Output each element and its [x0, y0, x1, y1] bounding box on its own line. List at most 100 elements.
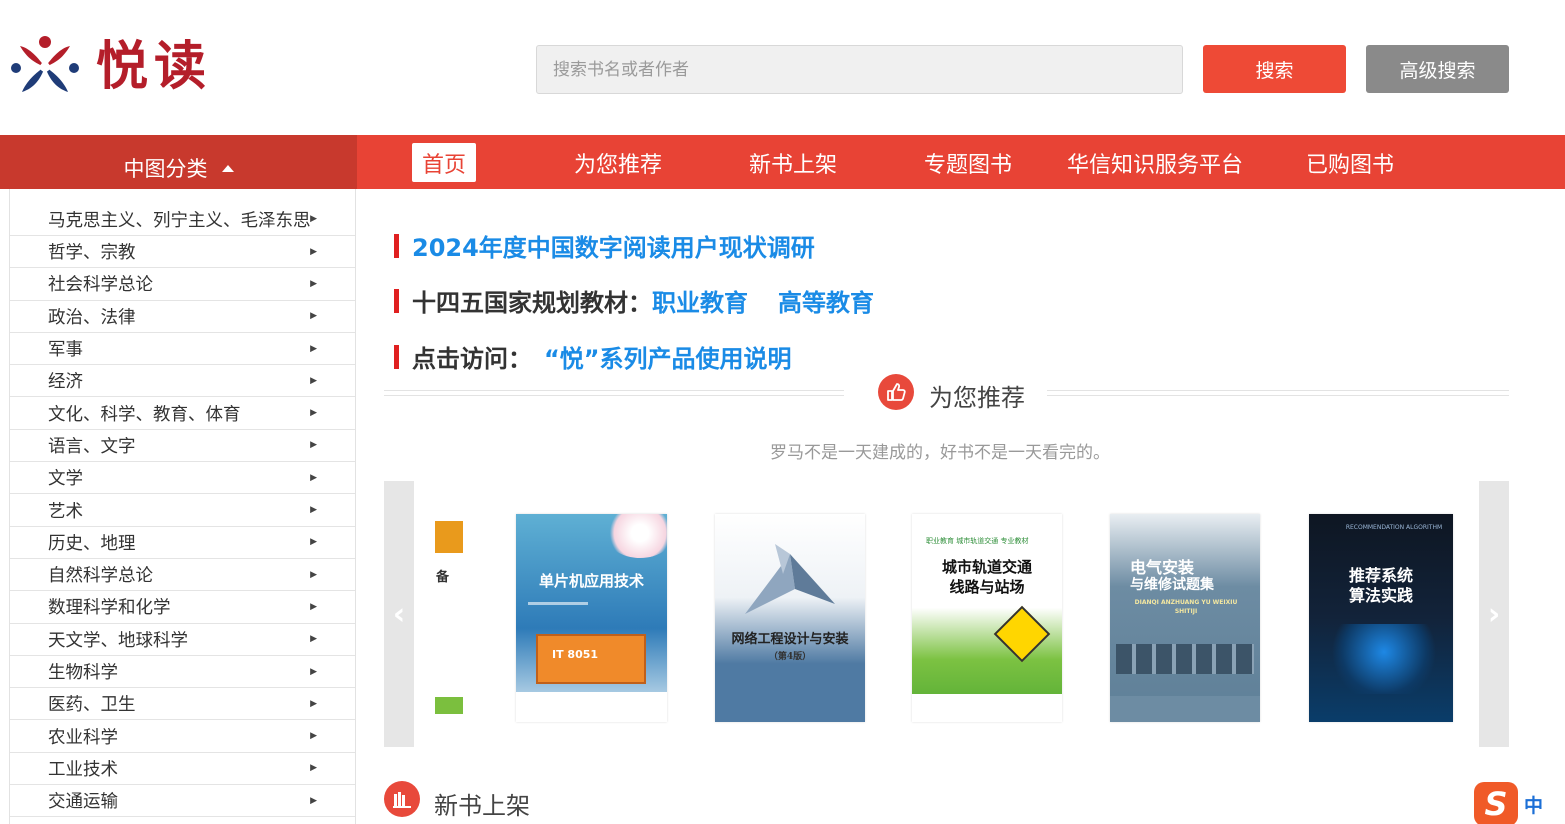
visit-label: 点击访问： [412, 345, 532, 373]
sidebar-item-politics-law[interactable]: 政治、法律 ▶ [10, 301, 355, 333]
carousel-prev-button[interactable]: ‹ [384, 481, 414, 747]
caret-right-icon: ▶ [310, 505, 317, 516]
sidebar-item-label: 医药、卫生 [48, 695, 136, 716]
nav-home[interactable]: 首页 [412, 143, 477, 182]
category-toggle[interactable]: 中图分类 [0, 135, 357, 189]
bookshelf-icon [384, 781, 420, 817]
book-title: 网络工程设计与安装 [731, 632, 849, 647]
caret-right-icon: ▶ [310, 343, 317, 354]
sidebar-item-label: 经济 [48, 372, 83, 393]
caret-right-icon: ▶ [310, 731, 317, 742]
sidebar-item-math-chemistry[interactable]: 数理科学和化学 ▶ [10, 591, 355, 624]
sidebar-item-economy[interactable]: 经济 ▶ [10, 365, 355, 398]
sidebar-item-natural-science[interactable]: 自然科学总论 ▶ [10, 559, 355, 592]
search-input[interactable] [536, 45, 1183, 94]
sidebar-item-medicine[interactable]: 医药、卫生 ▶ [10, 688, 355, 721]
flower-decoration [605, 514, 667, 558]
partial-book-strip [435, 697, 463, 714]
book-card[interactable]: 网络工程设计与安装 （第4版） [715, 514, 865, 722]
caret-right-icon: ▶ [310, 666, 317, 677]
sidebar-item-military[interactable]: 军事 ▶ [10, 333, 355, 366]
component-illustration [1116, 644, 1254, 674]
caret-right-icon: ▶ [310, 311, 317, 322]
caret-right-icon: ▶ [310, 763, 317, 774]
category-toggle-label: 中图分类 [123, 157, 208, 181]
sidebar-item-literature[interactable]: 文学 ▶ [10, 462, 355, 495]
product-guide-link[interactable]: “悦”系列产品使用说明 [544, 339, 792, 374]
category-sidebar: 马克思主义、列宁主义、毛泽东思 ▶ 哲学、宗教 ▶ 社会科学总论 ▶ 政治、法律 ▶ 军… [9, 189, 356, 824]
divider-line [384, 390, 844, 396]
nav-recommend[interactable]: 为您推荐 [574, 143, 662, 182]
book-title-line2: 与维修试题集 [1130, 577, 1214, 593]
caret-right-icon: ▶ [310, 440, 317, 451]
advanced-search-button[interactable]: 高级搜索 [1366, 45, 1509, 93]
sidebar-item-label: 文学 [48, 469, 83, 490]
sidebar-item-label: 军事 [48, 340, 83, 361]
caret-right-icon: ▶ [310, 634, 317, 645]
sidebar-item-biology[interactable]: 生物科学 ▶ [10, 656, 355, 689]
search-button[interactable]: 搜索 [1203, 45, 1346, 93]
carousel-next-button[interactable]: › [1479, 481, 1509, 747]
recommend-subtitle: 罗马不是一天建成的，好书不是一天看完的。 [770, 443, 1110, 463]
caret-right-icon: ▶ [310, 537, 317, 548]
vocational-education-link[interactable]: 职业教育 [652, 283, 748, 318]
circuit-illustration [1329, 624, 1439, 694]
book-card[interactable]: 单片机应用技术 IT 8051 [516, 514, 667, 722]
announcement-textbooks: 十四五国家规划教材： 职业教育 高等教育 [394, 283, 874, 318]
nav-topic-books[interactable]: 专题图书 [924, 143, 1012, 182]
thumbs-up-icon [878, 374, 914, 410]
caret-right-icon: ▶ [310, 569, 317, 580]
book-card[interactable]: 电气安装 与维修试题集 DIANQI ANZHUANG YU WEIXIU SH… [1110, 514, 1260, 722]
new-books-section-title: 新书上架 [434, 792, 530, 820]
sidebar-item-language[interactable]: 语言、文字 ▶ [10, 430, 355, 463]
caret-right-icon: ▶ [310, 375, 317, 386]
red-marker [394, 233, 399, 258]
nav-new-books[interactable]: 新书上架 [749, 143, 837, 182]
sidebar-item-agriculture[interactable]: 农业科学 ▶ [10, 720, 355, 753]
caret-right-icon: ▶ [310, 408, 317, 419]
board-illustration: IT 8051 [536, 634, 646, 684]
survey-link[interactable]: 2024年度中国数字阅读用户现状调研 [412, 228, 815, 263]
pinyin-title: DIANQI ANZHUANG YU WEIXIU SHITIJI [1134, 599, 1238, 615]
publisher-strip [912, 694, 1062, 722]
sidebar-item-transport[interactable]: 交通运输 ▶ [10, 785, 355, 818]
sidebar-item-astronomy[interactable]: 天文学、地球科学 ▶ [10, 624, 355, 656]
sidebar-item-label: 艺术 [48, 501, 83, 522]
caret-right-icon: ▶ [310, 601, 317, 612]
caret-right-icon: ▶ [310, 698, 317, 709]
caret-up-icon [221, 164, 234, 172]
book-card[interactable]: 职业教育 城市轨道交通 专业教材 城市轨道交通 线路与站场 [912, 514, 1062, 722]
caret-right-icon: ▶ [310, 278, 317, 289]
announcement-guide: 点击访问： “悦”系列产品使用说明 [394, 339, 792, 374]
sidebar-item-label: 交通运输 [48, 792, 118, 813]
textbook-label: 十四五国家规划教材： [412, 289, 652, 317]
sidebar-item-industry[interactable]: 工业技术 ▶ [10, 753, 355, 786]
english-title: RECOMMENDATION ALGORITHM [1345, 524, 1443, 531]
nav-huaxin-platform[interactable]: 华信知识服务平台 [1067, 143, 1243, 182]
book-card[interactable]: RECOMMENDATION ALGORITHM 推荐系统 算法实践 [1309, 514, 1453, 722]
higher-education-link[interactable]: 高等教育 [778, 283, 874, 318]
red-marker [394, 344, 399, 369]
partial-book-cover[interactable] [435, 521, 463, 553]
sidebar-item-label: 天文学、地球科学 [48, 630, 188, 651]
chevron-left-icon: ‹ [392, 596, 406, 632]
red-marker [394, 288, 399, 313]
caret-right-icon: ▶ [310, 795, 317, 806]
sidebar-item-label: 政治、法律 [48, 307, 136, 328]
partial-book-text: 备 [436, 570, 450, 585]
paper-crane-illustration [745, 544, 835, 614]
announcement-survey: 2024年度中国数字阅读用户现状调研 [394, 228, 815, 263]
sidebar-item-label: 自然科学总论 [48, 566, 153, 587]
sidebar-item-philosophy[interactable]: 哲学、宗教 ▶ [10, 236, 355, 269]
chevron-right-icon: › [1487, 596, 1501, 632]
sidebar-item-social-science[interactable]: 社会科学总论 ▶ [10, 268, 355, 301]
ime-indicator[interactable]: S 中 [1474, 782, 1543, 824]
nav-purchased-books[interactable]: 已购图书 [1306, 143, 1394, 182]
sidebar-item-history-geography[interactable]: 历史、地理 ▶ [10, 527, 355, 559]
sidebar-item-label: 数理科学和化学 [48, 598, 171, 619]
sidebar-item-culture-education[interactable]: 文化、科学、教育、体育 ▶ [10, 397, 355, 430]
site-logo[interactable]: 悦读 [8, 30, 212, 104]
sidebar-item-art[interactable]: 艺术 ▶ [10, 494, 355, 527]
sidebar-item-marxism[interactable]: 马克思主义、列宁主义、毛泽东思 ▶ [10, 189, 355, 236]
sidebar-item-label: 生物科学 [48, 663, 118, 683]
